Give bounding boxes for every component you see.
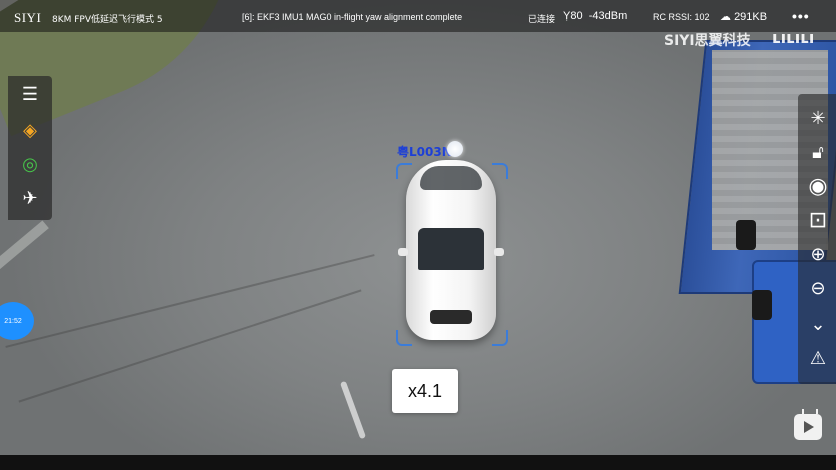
data-rate-value: 291KB [734,11,768,23]
car-windshield [418,228,484,270]
connection-status: 已连接 [528,15,556,25]
data-rate: ☁ 291KB [720,10,767,23]
tracking-bracket-tr [492,163,508,179]
gimbal-down-icon[interactable]: ⌄ [804,310,832,338]
cloud-icon: ☁ [720,11,731,23]
bilibili-watermark: ʟıʟıʟı [772,28,815,47]
menu-icon[interactable]: ☰ [16,80,44,108]
zoom-in-icon[interactable]: ⊕ [804,240,832,268]
tracking-bracket-br [492,330,508,346]
zoom-level-indicator: x4.1 [392,369,458,413]
tracked-car[interactable] [398,160,504,344]
car-rear-window [420,166,482,190]
record-icon[interactable]: ⊡ [804,206,832,234]
signal-strength: Ỵ80 -43dBm [563,10,627,22]
flight-mode-label[interactable]: 8KM FPV低延迟飞行模式 5 [52,12,163,25]
brand-logo: SIYI [14,10,42,25]
top-status-bar: SIYI 8KM FPV低延迟飞行模式 5 [6]: EKF3 IMU1 MAG… [0,0,836,32]
target-follow-icon[interactable]: ◎ [16,150,44,178]
car-mirror [494,248,504,256]
bottom-bar [0,455,836,470]
tracking-bracket-bl [396,330,412,346]
left-toolbar: ☰ ◈ ◎ ✈ [8,76,52,220]
more-menu-button[interactable]: ••• [792,8,810,24]
signal-value: 80 [570,10,583,22]
car-grill [430,310,472,324]
status-message: [6]: EKF3 IMU1 MAG0 in-flight yaw alignm… [242,12,463,22]
waypoint-icon[interactable]: ◈ [16,116,44,144]
video-playback-icon[interactable] [794,414,822,440]
target-marker-icon [447,141,463,157]
warning-icon[interactable]: ⚠ [804,344,832,372]
camera-view: 粤L003N SIYI 8KM FPV低延迟飞行模式 5 [6]: EKF3 I… [0,0,836,470]
takeoff-land-icon[interactable]: ✈ [16,184,44,212]
car-mirror [398,248,408,256]
laser-icon[interactable]: ✳ [804,104,832,132]
tracking-bracket-tl [396,163,412,179]
dbm-value: -43dBm [588,10,628,22]
siyi-watermark: SIYI思翼科技 [664,33,751,49]
rc-rssi: RC RSSI: 102 [653,12,710,22]
target-plate-label: 粤L003N [397,145,452,159]
zoom-out-icon[interactable]: ⊖ [804,274,832,302]
truck-wheel [736,220,756,250]
photo-icon[interactable]: ◉ [804,172,832,200]
truck-wheel [752,290,772,320]
lock-icon[interactable]: 🔓︎ [804,138,832,166]
